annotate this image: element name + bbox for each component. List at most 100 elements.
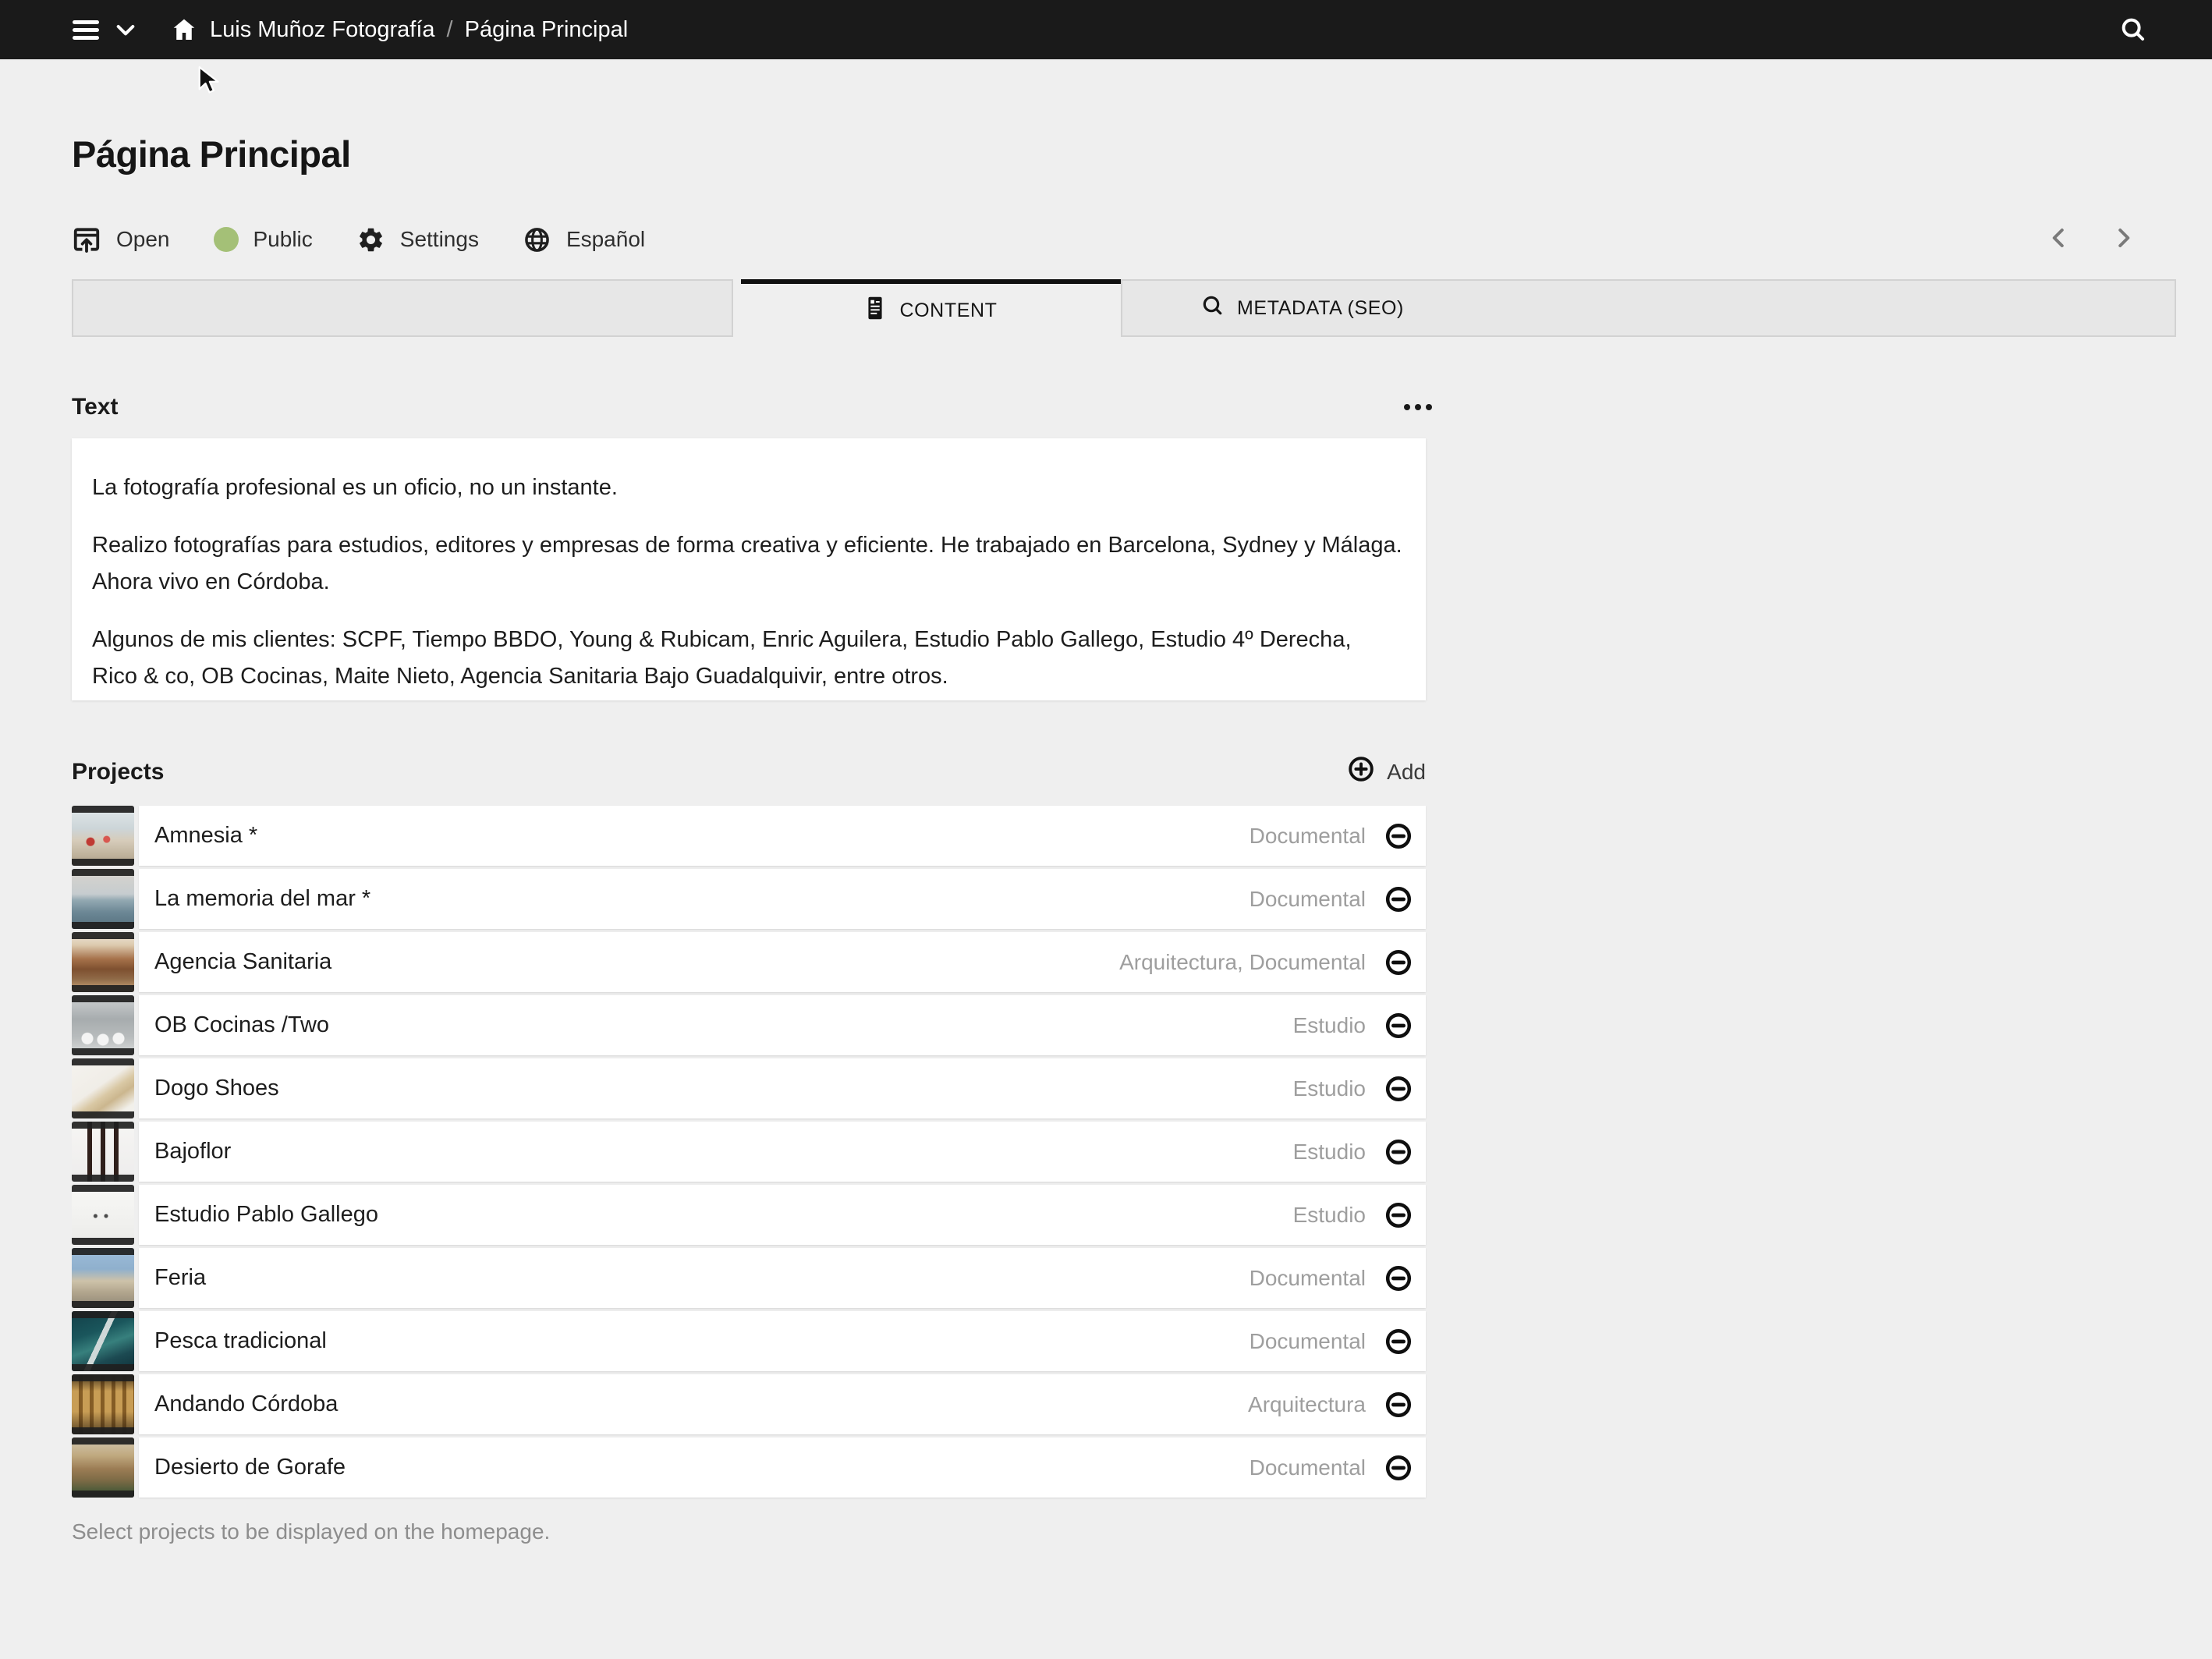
- project-category: Estudio: [1293, 1013, 1366, 1038]
- page-pager: [2047, 226, 2135, 250]
- project-thumbnail: [72, 1248, 134, 1308]
- tab-content[interactable]: CONTENT: [741, 279, 1121, 337]
- text-paragraph: Realizo fotografías para estudios, edito…: [92, 527, 1402, 601]
- breadcrumb: Luis Muñoz Fotografía / Página Principal: [210, 17, 628, 43]
- project-thumbnail: [72, 1374, 134, 1434]
- project-thumbnail: [72, 1122, 134, 1182]
- project-category: Documental: [1250, 1455, 1366, 1480]
- open-button[interactable]: Open: [72, 225, 170, 254]
- ellipsis-menu-icon[interactable]: [1404, 404, 1432, 410]
- project-category: Arquitectura: [1248, 1392, 1366, 1417]
- minus-circle-icon[interactable]: [1384, 822, 1413, 850]
- tab-metadata-label: METADATA (SEO): [1237, 297, 1404, 320]
- text-paragraph: Algunos de mis clientes: SCPF, Tiempo BB…: [92, 622, 1402, 695]
- project-name: La memoria del mar *: [154, 886, 370, 912]
- chevron-down-icon[interactable]: [116, 23, 135, 36]
- project-category: Documental: [1250, 887, 1366, 912]
- breadcrumb-page[interactable]: Página Principal: [465, 17, 629, 43]
- project-category: Arquitectura, Documental: [1119, 950, 1366, 975]
- top-bar: Luis Muñoz Fotografía / Página Principal: [0, 0, 2212, 59]
- settings-button[interactable]: Settings: [356, 225, 479, 254]
- search-icon[interactable]: [2118, 15, 2148, 44]
- minus-circle-icon[interactable]: [1384, 1138, 1413, 1166]
- project-thumbnail: [72, 1437, 134, 1498]
- project-thumbnail: [72, 806, 134, 866]
- page-toolbar: Open Public Settings Español: [72, 223, 645, 256]
- settings-label: Settings: [400, 227, 479, 252]
- project-thumbnail: [72, 1185, 134, 1245]
- minus-circle-icon[interactable]: [1384, 885, 1413, 913]
- minus-circle-icon[interactable]: [1384, 1391, 1413, 1419]
- project-thumbnail: [72, 1058, 134, 1118]
- open-label: Open: [116, 227, 170, 252]
- tab-placeholder: [72, 279, 733, 337]
- project-name: Bajoflor: [154, 1139, 231, 1164]
- minus-circle-icon[interactable]: [1384, 1454, 1413, 1482]
- project-thumbnail: [72, 995, 134, 1055]
- project-name: Agencia Sanitaria: [154, 949, 331, 975]
- tab-metadata-seo[interactable]: METADATA (SEO): [1121, 279, 2176, 337]
- tab-content-label: CONTENT: [899, 300, 997, 322]
- admin-page: Luis Muñoz Fotografía / Página Principal…: [0, 0, 2212, 1659]
- project-row[interactable]: Bajoflor Estudio: [72, 1122, 1426, 1182]
- hamburger-menu-icon[interactable]: [73, 20, 99, 40]
- page-title: Página Principal: [72, 133, 351, 175]
- language-button[interactable]: Español: [523, 225, 645, 254]
- project-row[interactable]: Estudio Pablo Gallego Estudio: [72, 1185, 1426, 1245]
- minus-circle-icon[interactable]: [1384, 1201, 1413, 1229]
- project-name: Feria: [154, 1265, 206, 1291]
- projects-hint: Select projects to be displayed on the h…: [72, 1519, 550, 1544]
- public-label: Public: [253, 227, 313, 252]
- breadcrumb-site[interactable]: Luis Muñoz Fotografía: [210, 17, 435, 43]
- mouse-cursor-icon: [197, 66, 220, 99]
- plus-circle-icon: [1347, 755, 1375, 789]
- project-name: OB Cocinas /Two: [154, 1012, 329, 1038]
- document-icon: [864, 296, 886, 326]
- public-status-dot: [214, 227, 239, 252]
- minus-circle-icon[interactable]: [1384, 948, 1413, 977]
- minus-circle-icon[interactable]: [1384, 1075, 1413, 1103]
- project-thumbnail: [72, 932, 134, 992]
- project-name: Dogo Shoes: [154, 1076, 279, 1101]
- project-row[interactable]: Amnesia * Documental: [72, 806, 1426, 866]
- chevron-right-icon[interactable]: [2111, 226, 2135, 250]
- home-icon[interactable]: [171, 16, 197, 43]
- projects-list: Amnesia * Documental La memoria del mar …: [72, 806, 1426, 1501]
- project-row[interactable]: La memoria del mar * Documental: [72, 869, 1426, 929]
- project-row[interactable]: Dogo Shoes Estudio: [72, 1058, 1426, 1118]
- visibility-button[interactable]: Public: [214, 227, 313, 252]
- gear-icon: [356, 225, 385, 254]
- project-row[interactable]: Feria Documental: [72, 1248, 1426, 1308]
- project-name: Estudio Pablo Gallego: [154, 1202, 378, 1228]
- project-row[interactable]: Agencia Sanitaria Arquitectura, Document…: [72, 932, 1426, 992]
- text-section-label: Text: [72, 394, 118, 420]
- project-row[interactable]: Desierto de Gorafe Documental: [72, 1437, 1426, 1498]
- project-thumbnail: [72, 1311, 134, 1371]
- project-row[interactable]: Pesca tradicional Documental: [72, 1311, 1426, 1371]
- text-paragraph: La fotografía profesional es un oficio, …: [92, 470, 1402, 506]
- minus-circle-icon[interactable]: [1384, 1012, 1413, 1040]
- project-thumbnail: [72, 869, 134, 929]
- language-label: Español: [566, 227, 645, 252]
- project-category: Estudio: [1293, 1076, 1366, 1101]
- projects-section-header: Projects Add: [72, 755, 1426, 789]
- project-name: Amnesia *: [154, 823, 257, 849]
- globe-icon: [523, 225, 551, 254]
- projects-section-label: Projects: [72, 759, 164, 785]
- search-icon: [1200, 293, 1225, 324]
- text-field[interactable]: La fotografía profesional es un oficio, …: [72, 438, 1426, 700]
- chevron-left-icon[interactable]: [2047, 226, 2071, 250]
- project-row[interactable]: OB Cocinas /Two Estudio: [72, 995, 1426, 1055]
- project-category: Documental: [1250, 824, 1366, 849]
- text-section-header: Text: [72, 394, 1432, 420]
- tab-bar: CONTENT METADATA (SEO): [72, 279, 2176, 337]
- minus-circle-icon[interactable]: [1384, 1328, 1413, 1356]
- minus-circle-icon[interactable]: [1384, 1264, 1413, 1292]
- open-in-browser-icon: [72, 225, 101, 254]
- add-project-button[interactable]: Add: [1347, 755, 1426, 789]
- breadcrumb-separator: /: [435, 17, 465, 43]
- project-category: Documental: [1250, 1266, 1366, 1291]
- project-row[interactable]: Andando Córdoba Arquitectura: [72, 1374, 1426, 1434]
- project-name: Desierto de Gorafe: [154, 1455, 346, 1480]
- project-name: Pesca tradicional: [154, 1328, 327, 1354]
